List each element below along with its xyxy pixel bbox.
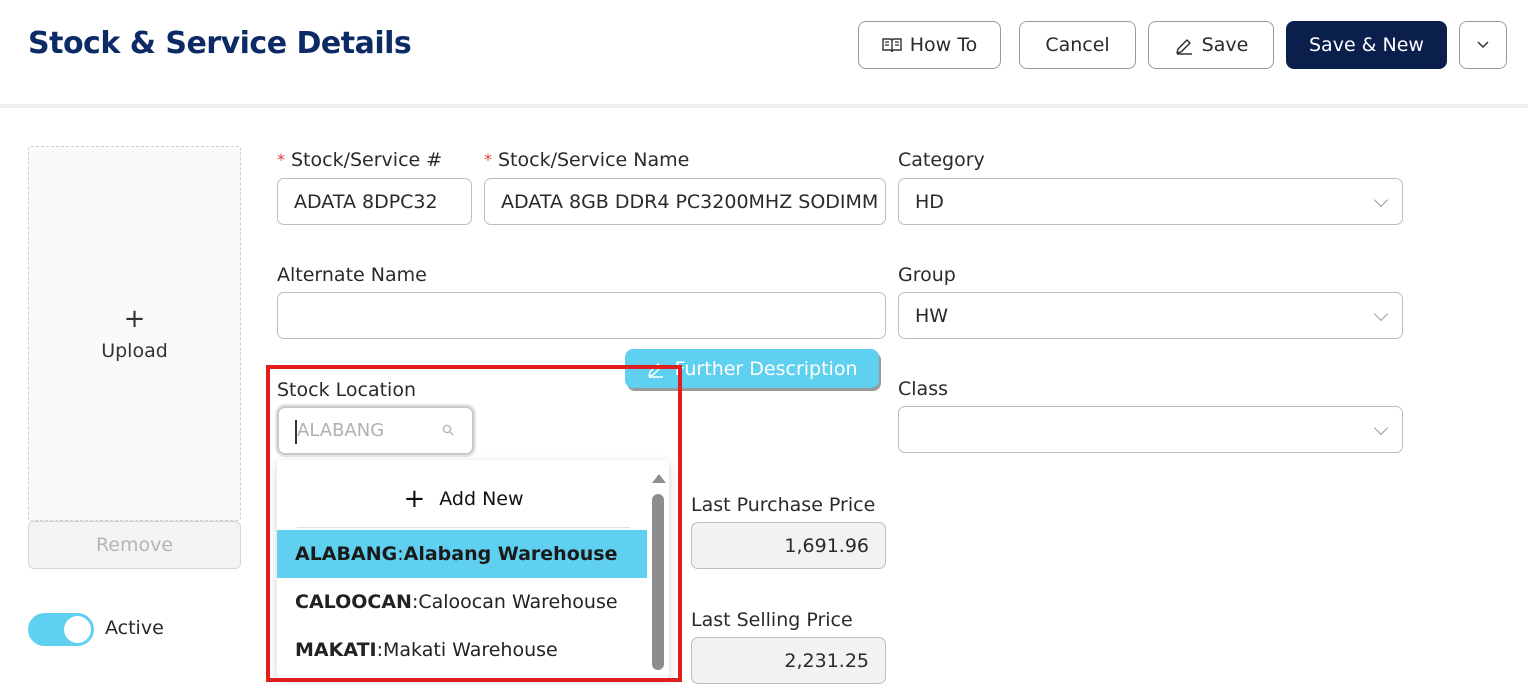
stock-number-input[interactable]: ADATA 8DPC32 — [277, 178, 472, 225]
class-label: Class — [898, 378, 948, 400]
scroll-thumb[interactable] — [652, 494, 664, 670]
save-label: Save — [1201, 34, 1249, 56]
upload-label: Upload — [101, 339, 168, 362]
last-purchase-price-field: 1,691.96 — [691, 522, 886, 569]
last-selling-price-label: Last Selling Price — [691, 609, 853, 631]
required-asterisk: * — [277, 150, 285, 169]
last-purchase-price-label: Last Purchase Price — [691, 494, 876, 516]
header-divider — [0, 104, 1528, 108]
stock-number-label: * Stock/Service # — [277, 149, 443, 171]
stock-location-dropdown: + Add New ALABANG: Alabang Warehouse CAL… — [277, 460, 669, 678]
add-new-location-button[interactable]: + Add New — [297, 470, 630, 528]
save-button[interactable]: Save — [1148, 21, 1274, 69]
active-label: Active — [105, 617, 164, 639]
group-label: Group — [898, 264, 956, 286]
stock-location-label: Stock Location — [277, 379, 416, 401]
chevron-down-icon — [1477, 41, 1489, 49]
category-select[interactable]: HD — [898, 178, 1403, 225]
search-icon — [442, 424, 454, 436]
stock-name-input[interactable]: ADATA 8GB DDR4 PC3200MHZ SODIMM — [484, 178, 886, 225]
alternate-name-label: Alternate Name — [277, 264, 427, 286]
further-description-label: Further Description — [674, 357, 858, 380]
alternate-name-input[interactable] — [277, 292, 886, 339]
active-toggle[interactable] — [28, 613, 94, 646]
location-option-makati[interactable]: MAKATI: Makati Warehouse — [277, 626, 647, 674]
option-name: Alabang Warehouse — [403, 543, 618, 565]
save-and-new-button[interactable]: Save & New — [1286, 21, 1447, 69]
plus-icon: + — [403, 483, 426, 514]
cancel-label: Cancel — [1045, 34, 1110, 56]
required-asterisk: * — [484, 150, 492, 169]
stock-location-search[interactable]: ALABANG — [277, 406, 474, 455]
how-to-button[interactable]: How To — [858, 21, 1001, 69]
plus-icon: + — [123, 303, 146, 334]
dropdown-scrollbar[interactable] — [651, 460, 666, 678]
chevron-down-icon — [1373, 306, 1389, 321]
further-description-button[interactable]: Further Description — [625, 349, 879, 388]
chevron-down-icon — [1373, 420, 1389, 435]
option-name: Makati Warehouse — [383, 639, 558, 661]
category-value: HD — [915, 190, 944, 213]
page-title: Stock & Service Details — [28, 26, 412, 61]
image-upload-area[interactable]: + Upload — [28, 146, 241, 521]
class-select[interactable] — [898, 406, 1403, 453]
option-name: Caloocan Warehouse — [418, 591, 618, 613]
stock-name-label: * Stock/Service Name — [484, 149, 690, 171]
last-selling-price-field: 2,231.25 — [691, 637, 886, 684]
pencil-icon — [1175, 39, 1192, 55]
remove-image-button[interactable]: Remove — [28, 521, 241, 569]
group-value: HW — [915, 304, 949, 327]
edit-icon — [647, 362, 663, 378]
add-new-label: Add New — [439, 487, 524, 510]
more-options-button[interactable] — [1459, 21, 1507, 69]
option-code: CALOOCAN — [295, 591, 412, 613]
save-and-new-label: Save & New — [1309, 34, 1424, 56]
category-label: Category — [898, 149, 985, 171]
option-code: ALABANG — [295, 543, 398, 565]
location-option-caloocan[interactable]: CALOOCAN: Caloocan Warehouse — [277, 578, 647, 626]
how-to-label: How To — [909, 34, 978, 56]
location-option-alabang[interactable]: ALABANG: Alabang Warehouse — [277, 530, 647, 578]
book-icon — [882, 38, 902, 53]
group-select[interactable]: HW — [898, 292, 1403, 339]
option-code: MAKATI — [295, 639, 377, 661]
chevron-down-icon — [1373, 192, 1389, 207]
stock-location-placeholder: ALABANG — [297, 420, 385, 441]
scroll-up-arrow-icon[interactable] — [652, 474, 666, 483]
toggle-knob — [64, 616, 91, 643]
cancel-button[interactable]: Cancel — [1019, 21, 1136, 69]
